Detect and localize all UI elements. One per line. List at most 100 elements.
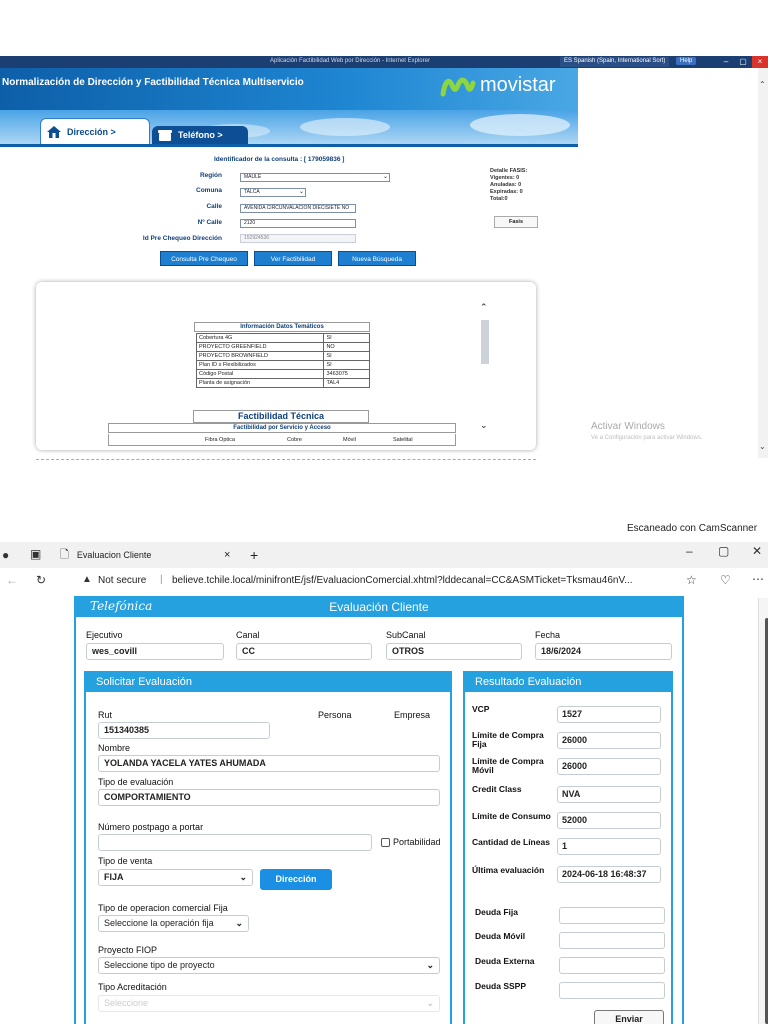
- language-indicator[interactable]: ES Spanish (Spain, International Sort): [560, 57, 670, 67]
- column-header: Satelital: [393, 437, 413, 443]
- calle-input[interactable]: AVENIDA CIRCUNVALACION DIECISIETE NO: [240, 204, 356, 213]
- minimize-icon[interactable]: –: [686, 544, 693, 558]
- tab-telefono[interactable]: Teléfono >: [152, 126, 248, 144]
- fasis-expiradas: Expiradas: 0: [490, 189, 523, 195]
- deuda-movil-label: Deuda Móvil: [475, 931, 526, 941]
- tab-direccion[interactable]: Dirección >: [40, 118, 150, 144]
- enviar-button[interactable]: Enviar: [594, 1010, 664, 1024]
- calle-label: Calle: [206, 203, 222, 210]
- limite-compra-movil-label: Límite de Compra Móvil: [472, 756, 544, 775]
- table-cell: Cobertura 4G: [195, 333, 325, 343]
- phone-icon: [158, 129, 172, 141]
- url-field[interactable]: believe.tchile.local/minifrontE/jsf/Eval…: [172, 575, 633, 586]
- portabilidad-checkbox[interactable]: [381, 838, 390, 847]
- column-header: Fibra Optica: [205, 437, 235, 443]
- nueva-busqueda-button[interactable]: Nueva Búsqueda: [338, 251, 416, 266]
- tipo-venta-value: FIJA: [104, 872, 124, 882]
- fecha-field[interactable]: 18/6/2024: [535, 643, 672, 660]
- page-scrollbar[interactable]: [758, 598, 768, 1024]
- movistar-logo: movistar: [440, 74, 556, 97]
- camscanner-watermark: Escaneado con CamScanner: [627, 523, 758, 534]
- favorites-icon[interactable]: ☆: [686, 573, 697, 587]
- comuna-value: TALCA: [244, 189, 260, 195]
- tipo-venta-label: Tipo de venta: [98, 856, 153, 866]
- persona-option[interactable]: Persona: [318, 710, 352, 720]
- ver-factibilidad-button[interactable]: Ver Factibilidad: [254, 251, 332, 266]
- tipo-venta-select[interactable]: FIJA ⌄: [98, 869, 253, 886]
- empresa-option[interactable]: Empresa: [394, 710, 430, 720]
- panel-scrollbar[interactable]: ⌃ ⌄: [480, 302, 490, 442]
- credit-class-field[interactable]: NVA: [557, 786, 661, 803]
- column-header: Cobre: [287, 437, 302, 443]
- help-button[interactable]: Help: [676, 57, 697, 65]
- ejecutivo-field[interactable]: wes_covill: [86, 643, 224, 660]
- limite-compra-movil-field[interactable]: 26000: [557, 758, 661, 775]
- table-cell: PROYECTO BROWNFIELD: [195, 351, 325, 361]
- cantidad-lineas-field[interactable]: 1: [557, 838, 661, 855]
- browser-tab[interactable]: 🗋 Evaluacion Cliente × +: [60, 544, 258, 566]
- proyecto-value: Seleccione tipo de proyecto: [104, 960, 215, 970]
- rut-input[interactable]: 151340385: [98, 722, 270, 739]
- nombre-input[interactable]: YOLANDA YACELA YATES AHUMADA: [98, 755, 440, 772]
- region-select[interactable]: MAULE ⌄: [240, 173, 390, 182]
- chevron-down-icon[interactable]: ⌄: [480, 420, 488, 431]
- tipo-operacion-select[interactable]: Seleccione la operación fija ⌄: [98, 915, 249, 932]
- tab-actions-icon[interactable]: ▣: [30, 547, 41, 561]
- minimize-icon[interactable]: –: [718, 56, 734, 68]
- postpago-input[interactable]: [98, 834, 372, 851]
- window-scrollbar[interactable]: ⌃ ⌄: [758, 68, 768, 458]
- chevron-up-icon[interactable]: ⌃: [480, 302, 488, 313]
- table-row: PROYECTO BROWNFIELD SI: [195, 351, 370, 361]
- back-icon[interactable]: ←: [6, 573, 18, 587]
- extensions-icon[interactable]: ♡: [720, 573, 731, 587]
- ultima-evaluacion-field[interactable]: 2024-06-18 16:48:37: [557, 866, 661, 883]
- not-secure-label[interactable]: Not secure: [98, 575, 146, 586]
- canal-field[interactable]: CC: [236, 643, 372, 660]
- house-icon: [47, 125, 61, 138]
- acreditacion-label: Tipo Acreditación: [98, 982, 167, 992]
- divider: [36, 459, 536, 460]
- fasis-vigentes: Vigentes: 0: [490, 175, 520, 181]
- close-tab-icon[interactable]: ×: [224, 549, 230, 561]
- warning-icon[interactable]: ▲: [82, 574, 92, 585]
- table-cell: SI: [323, 333, 370, 343]
- subcanal-label: SubCanal: [386, 630, 426, 640]
- reload-icon[interactable]: ↻: [36, 573, 46, 587]
- limite-compra-fija-field[interactable]: 26000: [557, 732, 661, 749]
- direccion-button[interactable]: Dirección: [260, 869, 332, 890]
- fasis-button[interactable]: Fasis: [494, 216, 538, 228]
- more-icon[interactable]: ⋯: [752, 572, 764, 586]
- restore-icon[interactable]: ▢: [735, 56, 751, 68]
- close-icon[interactable]: ×: [752, 56, 768, 68]
- chevron-up-icon[interactable]: ⌃: [759, 80, 766, 89]
- table-cell: NO: [323, 342, 370, 352]
- close-icon[interactable]: ✕: [752, 544, 762, 558]
- new-tab-icon[interactable]: +: [250, 547, 258, 563]
- deuda-fija-field[interactable]: [559, 907, 665, 924]
- vcp-field[interactable]: 1527: [557, 706, 661, 723]
- fasis-title: Detalle FASIS:: [490, 168, 528, 174]
- profile-icon[interactable]: ●: [2, 548, 9, 562]
- deuda-movil-field[interactable]: [559, 932, 665, 949]
- chevron-down-icon: ⌄: [235, 918, 243, 928]
- scroll-thumb[interactable]: [481, 320, 489, 364]
- fasis-anuladas: Anuladas: 0: [490, 182, 522, 188]
- deuda-sspp-field[interactable]: [559, 982, 665, 999]
- numero-input[interactable]: 2120: [240, 219, 356, 228]
- comuna-select[interactable]: TALCA ⌄: [240, 188, 306, 197]
- nombre-label: Nombre: [98, 743, 131, 753]
- maximize-icon[interactable]: ▢: [718, 544, 729, 558]
- limite-consumo-field[interactable]: 52000: [557, 812, 661, 829]
- pre-chequeo-input[interactable]: 152924536: [240, 234, 356, 243]
- deuda-externa-field[interactable]: [559, 957, 665, 974]
- subcanal-field[interactable]: OTROS: [386, 643, 522, 660]
- table-row: Cobertura 4G SI: [195, 333, 370, 343]
- fasis-detail: Detalle FASIS: Vigentes: 0 Anuladas: 0 E…: [490, 168, 527, 203]
- chevron-down-icon[interactable]: ⌄: [759, 442, 766, 451]
- acreditacion-select[interactable]: Seleccione ⌄: [98, 995, 440, 1012]
- tematicos-title: Información Datos Temáticos: [194, 322, 370, 332]
- proyecto-select[interactable]: Seleccione tipo de proyecto ⌄: [98, 957, 440, 974]
- tipo-evaluacion-input[interactable]: COMPORTAMIENTO: [98, 789, 440, 806]
- consulta-pre-chequeo-button[interactable]: Consulta Pre Chequeo: [160, 251, 248, 266]
- deuda-externa-label: Deuda Externa: [475, 956, 535, 966]
